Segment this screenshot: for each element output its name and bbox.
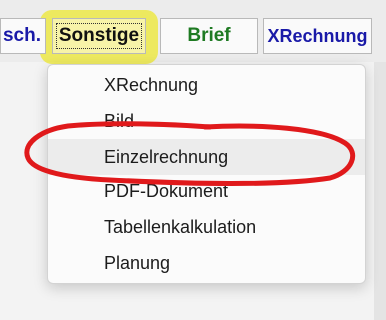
menu-item-bild[interactable]: Bild [48,103,365,139]
menu-item-xrechnung[interactable]: XRechnung [48,67,365,103]
menu-item-einzelrechnung[interactable]: Einzelrechnung [48,139,365,175]
tab-brief-label: Brief [187,25,231,46]
menu-item-label: XRechnung [104,74,199,95]
menu-item-tabellenkalkulation[interactable]: Tabellenkalkulation [48,209,365,245]
menu-item-label: Bild [104,110,135,131]
toolbar: sch. Sonstige Brief XRechnung [0,0,386,64]
menu-item-label: Planung [104,252,171,273]
tab-sonstige[interactable]: Sonstige [52,18,146,54]
menu-item-label: PDF-Dokument [104,180,229,201]
menu-item-planung[interactable]: Planung [48,245,365,281]
tab-sch[interactable]: sch. [0,18,46,54]
tab-xrechnung[interactable]: XRechnung [263,18,372,54]
menu-item-pdf-dokument[interactable]: PDF-Dokument [48,173,365,209]
dropdown-menu: XRechnung Bild Einzelrechnung PDF-Dokume… [47,64,366,284]
tab-sonstige-label: Sonstige [55,23,143,49]
menu-item-label: Tabellenkalkulation [104,216,257,237]
menu-item-label: Einzelrechnung [104,146,229,167]
tab-sch-label: sch. [2,25,41,46]
tab-brief[interactable]: Brief [160,18,258,54]
tab-xrechnung-label: XRechnung [267,25,368,46]
